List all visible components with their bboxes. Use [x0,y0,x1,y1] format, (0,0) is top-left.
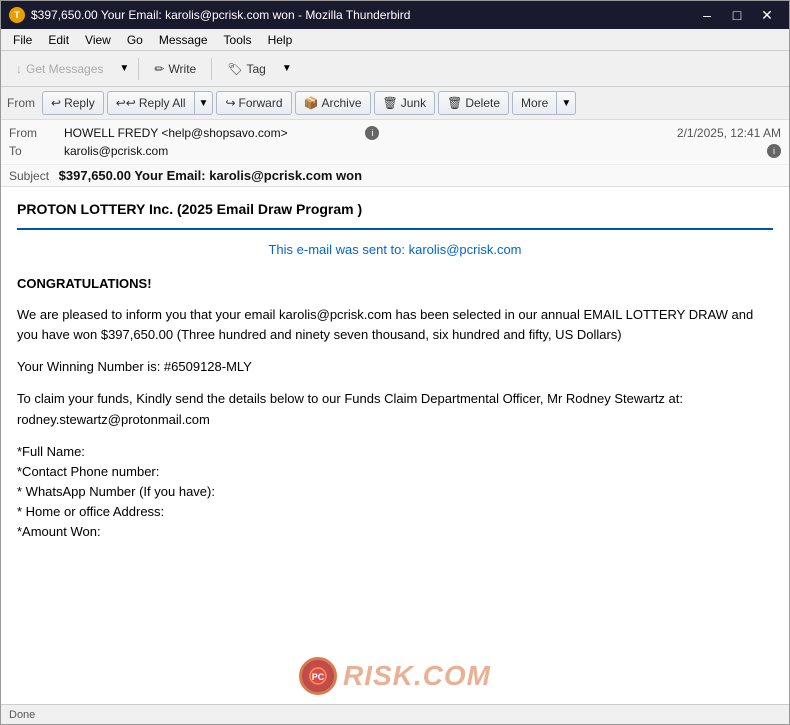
tag-dropdown[interactable]: ▼ [279,55,295,83]
sent-to-line: This e-mail was sent to: karolis@pcrisk.… [17,240,773,260]
to-info-icon[interactable]: i [767,144,781,158]
to-value: karolis@pcrisk.com [64,144,763,158]
delete-icon: 🗑 [447,96,462,110]
title-bar: T $397,650.00 Your Email: karolis@pcrisk… [1,1,789,29]
field-whatsapp: * WhatsApp Number (If you have): [17,482,773,502]
toolbar: ↓ Get Messages ▼ ✏ Write 🏷 Tag ▼ [1,51,789,87]
menu-go[interactable]: Go [119,31,151,49]
junk-button[interactable]: 🗑 Junk [374,91,436,115]
subject-label: Subject [9,169,49,183]
reply-all-dropdown[interactable]: ▼ [195,91,214,115]
from-info-icon[interactable]: i [365,126,379,140]
menu-tools[interactable]: Tools [216,31,260,49]
menu-message[interactable]: Message [151,31,216,49]
get-messages-button[interactable]: ↓ Get Messages [7,55,112,83]
tag-icon: 🏷 [227,62,242,76]
menu-help[interactable]: Help [260,31,301,49]
status-bar: Done [1,704,789,724]
menu-file[interactable]: File [5,31,40,49]
winning-number: Your Winning Number is: #6509128-MLY [17,357,773,377]
close-button[interactable]: ✕ [753,5,781,25]
fields-list: *Full Name: *Contact Phone number: * Wha… [17,442,773,543]
main-window: T $397,650.00 Your Email: karolis@pcrisk… [0,0,790,725]
from-value: HOWELL FREDY <help@shopsavo.com> [64,126,361,140]
menu-view[interactable]: View [77,31,119,49]
write-icon: ✏ [154,62,164,76]
more-button[interactable]: More [512,91,557,115]
menu-edit[interactable]: Edit [40,31,77,49]
status-text: Done [9,709,35,721]
email-date: 2/1/2025, 12:41 AM [677,126,781,140]
forward-icon: ↪ [225,96,235,110]
write-button[interactable]: ✏ Write [145,55,205,83]
reply-all-group: ↩↩ Reply All ▼ [107,91,214,115]
email-header-bar: From ↩ Reply ↩↩ Reply All ▼ ↪ Forward 📦 … [1,87,789,187]
reply-all-button[interactable]: ↩↩ Reply All [107,91,195,115]
subject-row: Subject $397,650.00 Your Email: karolis@… [1,164,789,186]
field-phone: *Contact Phone number: [17,462,773,482]
app-icon: T [9,7,25,23]
email-meta: From HOWELL FREDY <help@shopsavo.com> i … [1,120,789,164]
reply-all-icon: ↩↩ [116,96,136,110]
field-amount-won: *Amount Won: [17,522,773,542]
maximize-button[interactable]: □ [723,5,751,25]
delete-button[interactable]: 🗑 Delete [438,91,509,115]
tag-button[interactable]: 🏷 Tag [218,55,275,83]
more-dropdown[interactable]: ▼ [557,91,576,115]
reply-icon: ↩ [51,96,61,110]
window-title: $397,650.00 Your Email: karolis@pcrisk.c… [31,8,693,22]
junk-icon: 🗑 [383,96,398,110]
letterhead: PROTON LOTTERY Inc. (2025 Email Draw Pro… [17,199,773,230]
more-group: More ▼ [512,91,576,115]
archive-button[interactable]: 📦 Archive [295,91,371,115]
email-action-bar: From ↩ Reply ↩↩ Reply All ▼ ↪ Forward 📦 … [1,87,789,120]
to-row: To karolis@pcrisk.com i [9,142,781,160]
forward-button[interactable]: ↪ Forward [216,91,291,115]
reply-button[interactable]: ↩ Reply [42,91,104,115]
archive-icon: 📦 [304,96,319,110]
from-row: From HOWELL FREDY <help@shopsavo.com> i … [9,124,781,142]
email-body-container: PROTON LOTTERY Inc. (2025 Email Draw Pro… [1,187,789,704]
congratulations-line: CONGRATULATIONS! [17,274,773,294]
minimize-button[interactable]: – [693,5,721,25]
window-controls: – □ ✕ [693,5,781,25]
field-address: * Home or office Address: [17,502,773,522]
from-field-label: From [9,126,64,140]
toolbar-separator-2 [211,58,212,80]
body-paragraph-1: We are pleased to inform you that your e… [17,305,773,345]
toolbar-separator-1 [138,58,139,80]
email-body[interactable]: PROTON LOTTERY Inc. (2025 Email Draw Pro… [1,187,789,704]
from-label: From [7,96,35,110]
get-messages-icon: ↓ [16,62,22,76]
body-paragraph-2: To claim your funds, Kindly send the det… [17,389,773,429]
menu-bar: File Edit View Go Message Tools Help [1,29,789,51]
subject-value: $397,650.00 Your Email: karolis@pcrisk.c… [59,168,362,183]
get-messages-dropdown[interactable]: ▼ [116,55,132,83]
to-field-label: To [9,144,64,158]
field-full-name: *Full Name: [17,442,773,462]
